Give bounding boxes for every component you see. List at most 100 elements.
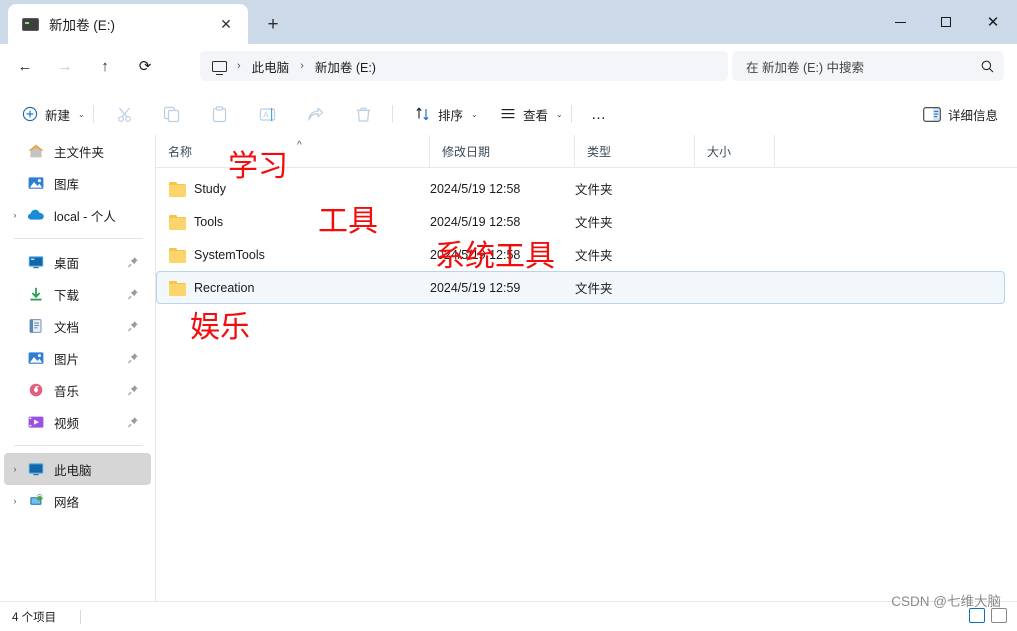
sidebar-item-label: 此电脑 <box>54 463 92 478</box>
paste-button[interactable] <box>203 98 236 130</box>
address-bar[interactable]: › 此电脑 › 新加卷 (E:) <box>200 51 728 81</box>
close-icon: ✕ <box>986 13 1000 31</box>
new-button[interactable]: 新建 ⌄ <box>14 98 93 130</box>
up-button[interactable]: ↑ <box>90 52 120 80</box>
sidebar-item-label: 图片 <box>54 352 80 367</box>
details-pane-label: 详细信息 <box>948 108 999 123</box>
cut-button[interactable] <box>108 98 141 130</box>
view-button[interactable]: 查看 ⌄ <box>492 98 571 130</box>
delete-button[interactable] <box>347 98 380 130</box>
column-header-type[interactable]: 类型 <box>574 135 694 168</box>
sidebar-item-网络[interactable]: › 网络 <box>4 485 151 517</box>
maximize-icon <box>941 17 951 27</box>
navigation-bar: ← → ↑ ⟳ › 此电脑 › 新加卷 (E:) 在 新加卷 (E:) 中搜索 <box>0 44 1017 88</box>
file-list-pane: 名称 ^ 修改日期 类型 大小 Study 2024/5/19 12:58 文件夹 T… <box>156 135 1017 601</box>
chevron-placeholder: › <box>4 289 26 299</box>
rename-button[interactable]: A <box>251 98 284 130</box>
column-header-date-label: 修改日期 <box>442 145 491 159</box>
chevron-down-icon: ⌄ <box>471 109 478 119</box>
chevron-placeholder: › <box>4 257 26 267</box>
new-tab-button[interactable]: + <box>258 10 288 38</box>
pin-icon[interactable] <box>127 288 145 300</box>
column-header-type-label: 类型 <box>587 145 612 159</box>
column-header-spacer <box>774 135 1017 168</box>
scissors-icon <box>116 106 133 123</box>
command-separator-1 <box>93 105 94 123</box>
sidebar-item-主文件夹[interactable]: › 主文件夹 <box>4 135 151 167</box>
column-header-date[interactable]: 修改日期 <box>429 135 574 168</box>
sidebar-divider <box>14 445 143 446</box>
back-button[interactable]: ← <box>10 52 40 80</box>
column-header-size[interactable]: 大小 <box>694 135 774 168</box>
command-bar: 新建 ⌄ A 排序 ⌄ 查看 ⌄ … 详细信息 <box>0 93 1017 135</box>
sidebar-item-视频[interactable]: › 视频 <box>4 406 151 438</box>
details-view-icon[interactable] <box>969 608 985 623</box>
home-icon <box>26 143 46 159</box>
sidebar-item-文档[interactable]: › 文档 <box>4 310 151 342</box>
share-button[interactable] <box>299 98 332 130</box>
chevron-placeholder: › <box>4 353 26 363</box>
breadcrumb-separator-0: › <box>237 60 241 72</box>
cell-date: 2024/5/19 12:58 <box>430 181 521 196</box>
sidebar-item-图库[interactable]: › 图库 <box>4 167 151 199</box>
sidebar-item-label: 网络 <box>54 495 80 510</box>
chevron-right-icon[interactable]: › <box>4 210 26 220</box>
pin-icon[interactable] <box>127 416 145 428</box>
cell-name: Study <box>169 181 226 197</box>
sidebar-item-图片[interactable]: › 图片 <box>4 342 151 374</box>
column-header-name[interactable]: 名称 ^ <box>156 135 429 168</box>
file-name-label: Tools <box>194 214 224 229</box>
search-input[interactable]: 在 新加卷 (E:) 中搜索 <box>746 57 981 76</box>
svg-text:A: A <box>263 110 269 119</box>
chevron-right-icon[interactable]: › <box>4 496 26 506</box>
share-icon <box>307 106 324 123</box>
forward-button[interactable]: → <box>50 52 80 80</box>
navigation-pane: › 主文件夹 › 图库 › local - 个人 › 桌面 › 下载 › 文档 › 图片 › 音乐 › 视频 › 此电… <box>0 135 155 601</box>
paste-icon <box>211 105 228 123</box>
large-icons-view-icon[interactable] <box>991 608 1007 623</box>
refresh-button[interactable]: ⟳ <box>130 52 160 80</box>
rename-icon: A <box>259 106 276 123</box>
sidebar-item-下载[interactable]: › 下载 <box>4 278 151 310</box>
new-button-label: 新建 <box>45 108 71 123</box>
close-tab-icon[interactable]: ✕ <box>214 12 238 36</box>
tab-current[interactable]: 新加卷 (E:) ✕ <box>8 4 248 44</box>
close-window-button[interactable]: ✕ <box>969 0 1017 44</box>
more-options-button[interactable]: … <box>583 98 615 130</box>
pin-icon[interactable] <box>127 320 145 332</box>
pin-icon[interactable] <box>127 384 145 396</box>
cell-type: 文件夹 <box>575 183 613 197</box>
copy-button[interactable] <box>155 98 188 130</box>
pc-tree-icon <box>26 461 46 477</box>
trash-icon <box>355 106 372 123</box>
cell-name: SystemTools <box>169 247 265 263</box>
breadcrumb-separator-1: › <box>300 60 304 72</box>
chevron-right-icon[interactable]: › <box>4 464 26 474</box>
annotation-2: 系统工具 <box>435 240 555 273</box>
pane-splitter[interactable] <box>155 135 156 601</box>
pin-icon[interactable] <box>127 352 145 364</box>
sort-button[interactable]: 排序 ⌄ <box>407 98 486 130</box>
file-name-label: SystemTools <box>194 247 265 262</box>
table-row[interactable]: Tools 2024/5/19 12:58 文件夹 <box>156 205 1005 238</box>
maximize-button[interactable] <box>923 0 969 44</box>
sidebar-item-此电脑[interactable]: › 此电脑 <box>4 453 151 485</box>
sidebar-item-音乐[interactable]: › 音乐 <box>4 374 151 406</box>
breadcrumb-item-1[interactable]: 新加卷 (E:) <box>312 57 379 76</box>
sidebar-item-label: 文档 <box>54 320 80 335</box>
sidebar-item-label: local - 个人 <box>54 209 116 224</box>
onedrive-icon <box>26 207 46 223</box>
minimize-button[interactable] <box>877 0 923 44</box>
table-row[interactable]: SystemTools 2024/5/19 12:58 文件夹 <box>156 238 1005 271</box>
folder-icon <box>169 247 186 263</box>
details-pane-button[interactable]: 详细信息 <box>915 98 1006 130</box>
table-row[interactable]: Recreation 2024/5/19 12:59 文件夹 <box>156 271 1005 304</box>
chevron-placeholder: › <box>4 417 26 427</box>
command-separator-2 <box>392 105 393 123</box>
pin-icon[interactable] <box>127 256 145 268</box>
sidebar-item-local---个人[interactable]: › local - 个人 <box>4 199 151 231</box>
minimize-icon <box>894 21 906 23</box>
sidebar-item-桌面[interactable]: › 桌面 <box>4 246 151 278</box>
search-box[interactable]: 在 新加卷 (E:) 中搜索 <box>732 51 1004 81</box>
breadcrumb-item-0[interactable]: 此电脑 <box>249 57 293 76</box>
